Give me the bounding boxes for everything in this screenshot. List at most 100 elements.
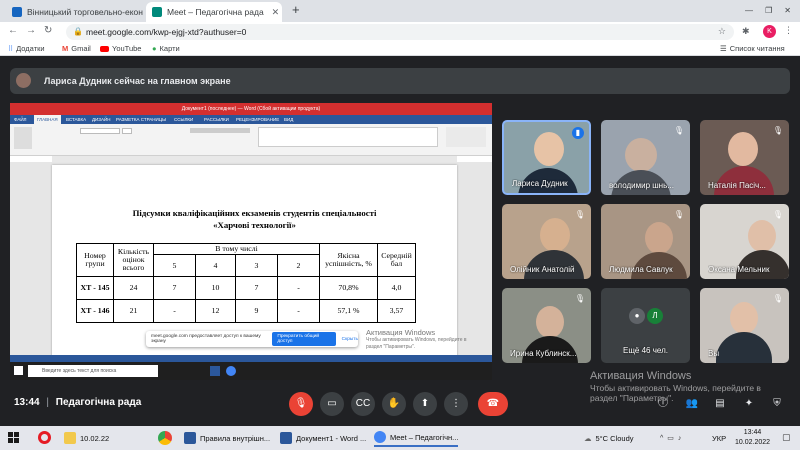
bookmark-apps[interactable]: ⠿ Додатки <box>8 44 45 53</box>
taskbar-item-word-doc[interactable]: Документ1 - Word ... <box>280 429 366 447</box>
chrome-taskbar-icon <box>226 366 236 376</box>
minimize-icon[interactable]: — <box>745 6 753 15</box>
table-header-cell: Середній бал <box>377 242 416 278</box>
participant-name: володимир шнь... <box>609 181 674 190</box>
menu-kebab-icon[interactable]: ⋮ <box>784 25 793 36</box>
mic-off-icon: 🎙 <box>574 210 586 219</box>
notifications-icon[interactable]: ▢ <box>782 432 791 443</box>
participant-tile[interactable]: 🎙 Наталія Пасіч... <box>700 120 789 195</box>
taskbar-item-folder[interactable]: 10.02.22 <box>64 429 109 447</box>
table-header-cell: 3 <box>235 254 278 278</box>
table-cell: 4,0 <box>377 276 416 301</box>
extensions-icon[interactable]: ✱ <box>742 26 750 37</box>
activities-icon[interactable]: ✦ <box>742 397 756 411</box>
present-button[interactable]: ⬆ <box>413 392 437 416</box>
maximize-icon[interactable]: ❐ <box>765 6 772 15</box>
windows-start-icon[interactable] <box>8 432 20 444</box>
avatar <box>625 138 657 172</box>
browser-tab-bar: Вінницький торговельно-екон ✕ Meet – Пед… <box>0 0 800 22</box>
opera-icon[interactable] <box>38 431 51 444</box>
participant-tile[interactable]: 🎙 Оксана Мельник <box>700 204 789 279</box>
chevron-up-icon: ^ <box>660 434 664 442</box>
mic-off-icon: 🎙 <box>772 210 784 219</box>
editing-tools <box>446 127 486 147</box>
people-icon[interactable]: 👥 <box>685 397 699 411</box>
back-icon[interactable]: ← <box>8 25 18 36</box>
more-participants-tile[interactable]: ● Л Ещё 46 чел. <box>601 288 690 363</box>
participant-tile[interactable]: 🎙 володимир шнь... <box>601 120 690 195</box>
close-icon[interactable]: ✕ <box>143 7 144 18</box>
close-window-icon[interactable]: ✕ <box>784 6 791 15</box>
word-icon <box>280 432 292 444</box>
youtube-icon <box>100 45 109 52</box>
table-cell: 57,1 % <box>319 299 378 324</box>
address-bar[interactable]: 🔒 meet.google.com/kwp-ejgj-xtd?authuser=… <box>66 24 734 40</box>
meeting-details-icon[interactable]: ⓘ <box>656 397 670 411</box>
table-row: Номер групи Кількість оцінок всього В то… <box>76 242 416 278</box>
profile-avatar[interactable]: K <box>763 25 776 38</box>
present-icon: ⬆ <box>420 398 430 409</box>
document-heading-line2: «Харчові технології» <box>213 220 296 230</box>
bookmark-youtube[interactable]: YouTube <box>100 44 141 53</box>
table-cell: - <box>153 299 196 324</box>
close-icon[interactable]: ✕ <box>272 7 280 18</box>
participant-name: Вы <box>708 349 720 358</box>
tab-vtei[interactable]: Вінницький торговельно-екон ✕ <box>6 2 144 22</box>
bookmark-gmail[interactable]: M Gmail <box>62 44 91 53</box>
taskbar-item-word-rules[interactable]: Правила внутрішн... <box>184 429 270 447</box>
word-icon <box>184 432 196 444</box>
bookmark-maps[interactable]: ● Карти <box>152 44 180 53</box>
leave-call-button[interactable]: ☎ <box>478 392 508 416</box>
tab-meet[interactable]: Meet – Педагогічна рада ✕ <box>146 2 282 22</box>
table-header-cell: 5 <box>153 254 196 278</box>
participant-name: Ещё 46 чел. <box>623 346 668 355</box>
participant-tile[interactable]: 🎙 Вы <box>700 288 789 363</box>
new-tab-button[interactable]: + <box>292 2 300 17</box>
participant-tile[interactable]: 🎙 Ирина Кублинск... <box>502 288 591 363</box>
participant-name: Людмила Савлук <box>609 265 673 274</box>
network-icon: ▭ <box>667 435 674 442</box>
table-header-cell: Номер групи <box>76 242 114 278</box>
system-tray[interactable]: ^ ▭ ♪ <box>660 429 681 447</box>
star-icon[interactable]: ☆ <box>718 26 726 37</box>
window-controls: — ❐ ✕ <box>745 6 791 15</box>
meeting-time: 13:44 <box>14 397 40 408</box>
paste-icon <box>14 127 32 149</box>
table-header-cell: Якісна успішність, % <box>319 242 378 278</box>
weather-widget[interactable]: ☁ 5°C Cloudy <box>584 429 634 447</box>
participant-tile[interactable]: 🎙 Олійник Анатолій <box>502 204 591 279</box>
reading-list[interactable]: ☰ Список читання <box>720 44 785 53</box>
captions-button[interactable]: CC <box>351 392 375 416</box>
hide-notice-button[interactable]: Скрыть <box>342 337 358 342</box>
font-size-box <box>122 128 132 134</box>
meet-favicon-icon <box>152 7 162 17</box>
participant-tile[interactable]: 🎙 Людмила Савлук <box>601 204 690 279</box>
inner-search-box: Введите здесь текст для поиска <box>28 365 158 377</box>
host-controls-icon[interactable]: ⛨ <box>770 397 784 411</box>
avatar <box>536 306 564 338</box>
mic-off-icon: 🎙 <box>673 210 685 219</box>
word-taskbar-icon <box>210 366 220 376</box>
camera-toggle-button[interactable]: ▭ <box>320 392 344 416</box>
avatar: Л <box>647 308 663 324</box>
captions-icon: CC <box>355 398 371 409</box>
table-cell: 70,8% <box>319 276 378 301</box>
reload-icon[interactable]: ↻ <box>44 25 52 36</box>
taskbar-clock[interactable]: 13:44 10.02.2022 <box>735 428 770 448</box>
chrome-icon <box>374 431 386 443</box>
participant-tile[interactable]: ▮ Лариса Дудник <box>502 120 591 195</box>
mic-toggle-button[interactable]: 🎙 <box>289 392 313 416</box>
table-cell: 24 <box>113 276 154 301</box>
screen-share-notice: meet.google.com предоставляет доступ к в… <box>146 331 358 347</box>
table-cell: 12 <box>195 299 236 324</box>
chrome-icon[interactable] <box>158 431 172 445</box>
language-indicator[interactable]: УКР <box>712 429 726 447</box>
stop-sharing-button[interactable]: Прекратить общий доступ <box>272 332 336 346</box>
participant-name: Оксана Мельник <box>708 265 770 274</box>
raise-hand-button[interactable]: ✋ <box>382 392 406 416</box>
taskbar-item-meet[interactable]: Meet – Педагогічн... <box>374 429 459 447</box>
chat-icon[interactable]: ▤ <box>713 397 727 411</box>
lock-icon: 🔒 <box>73 27 83 36</box>
more-options-button[interactable]: ⋮ <box>444 392 468 416</box>
forward-icon[interactable]: → <box>26 25 36 36</box>
